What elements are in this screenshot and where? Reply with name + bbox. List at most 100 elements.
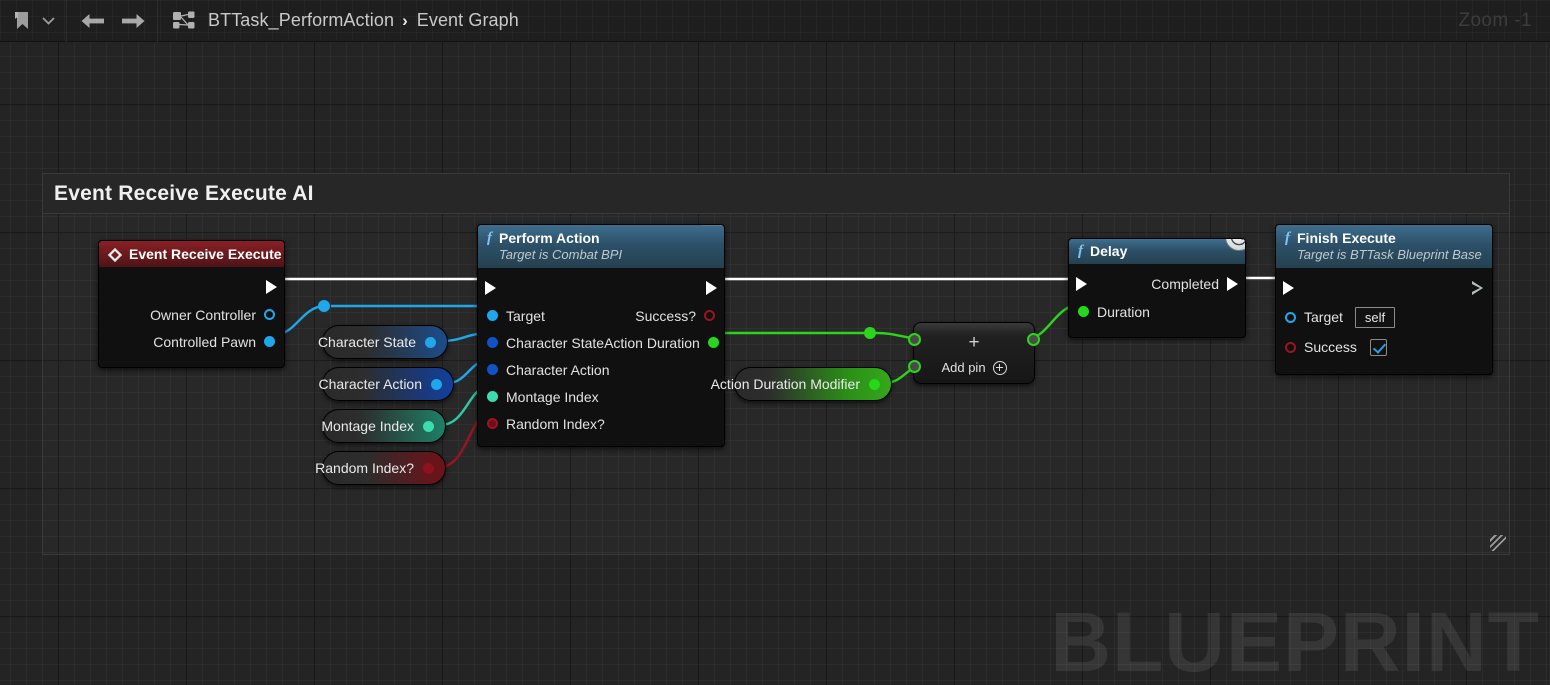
- pin-row-owner-controller: Owner Controller: [99, 301, 284, 328]
- enum-pin-icon[interactable]: [487, 337, 498, 348]
- bookmark-icon: [14, 11, 31, 30]
- pin-target[interactable]: Target self: [1276, 306, 1396, 328]
- node-title: Delay: [1090, 243, 1128, 259]
- bool-pin-icon[interactable]: [1285, 341, 1296, 353]
- pin-success[interactable]: Success?: [635, 308, 724, 324]
- node-pins: Owner Controller Controlled Pawn: [99, 267, 284, 367]
- variable-get-random-index[interactable]: Random Index?: [315, 451, 446, 485]
- node-header[interactable]: f Finish Execute Target is BTTask Bluepr…: [1276, 225, 1492, 268]
- node-header[interactable]: f Delay: [1069, 239, 1245, 264]
- arrow-left-icon: [80, 12, 106, 30]
- breadcrumb-asset[interactable]: BTTask_PerformAction: [208, 10, 394, 31]
- exec-pin-icon[interactable]: [485, 281, 496, 295]
- pin-montage-index[interactable]: Montage Index: [478, 389, 599, 405]
- target-value-field[interactable]: self: [1354, 306, 1396, 328]
- object-pin-icon[interactable]: [264, 309, 275, 320]
- editor-toolbar: BTTask_PerformAction › Event Graph Zoom …: [0, 0, 1550, 42]
- event-node-icon: [107, 247, 123, 263]
- blueprint-graph-canvas[interactable]: BLUEPRINT Event Receive Execute AI: [0, 42, 1550, 685]
- node-add-float[interactable]: + Add pin: [908, 322, 1040, 384]
- clock-icon: [1225, 239, 1245, 251]
- bookmark-dropdown-button[interactable]: [36, 0, 60, 42]
- node-body: f Finish Execute Target is BTTask Bluepr…: [1275, 224, 1493, 375]
- node-header[interactable]: f Perform Action Target is Combat BPI: [478, 225, 724, 268]
- bool-pin-icon[interactable]: [487, 418, 498, 429]
- variable-get-montage-index[interactable]: Montage Index: [321, 409, 446, 443]
- pin-exec-out[interactable]: [1472, 281, 1492, 295]
- pin-row-exec: [478, 274, 724, 302]
- graph-type-button[interactable]: [166, 0, 202, 42]
- variable-get-character-state[interactable]: Character State: [318, 325, 448, 359]
- breadcrumb-graph[interactable]: Event Graph: [417, 10, 519, 31]
- bool-pin-icon[interactable]: [704, 310, 715, 321]
- exec-pin-icon[interactable]: [1076, 277, 1087, 291]
- node-event-receive-execute-ai[interactable]: Event Receive Execute AI Owner Controlle…: [98, 240, 285, 368]
- exec-pin-icon[interactable]: [1283, 281, 1294, 295]
- pin-character-state[interactable]: Character State: [478, 335, 604, 351]
- pin-duration[interactable]: Duration: [1069, 304, 1150, 320]
- float-pin-icon[interactable]: [1078, 306, 1089, 317]
- pin-label: Owner Controller: [150, 306, 256, 323]
- bookmark-control[interactable]: [0, 0, 60, 41]
- pin-success[interactable]: Success: [1276, 338, 1387, 356]
- variable-get-action-duration-modifier[interactable]: Action Duration Modifier: [711, 367, 892, 401]
- node-perform-action[interactable]: f Perform Action Target is Combat BPI Ta…: [477, 224, 725, 447]
- pin-controlled-pawn[interactable]: Controlled Pawn: [153, 334, 284, 350]
- variable-label: Random Index?: [315, 460, 414, 476]
- pin-row-charstate-duration: Character State Action Duration: [478, 329, 724, 356]
- pin-owner-controller[interactable]: Owner Controller: [150, 307, 284, 323]
- plus-circle-icon[interactable]: [992, 360, 1007, 375]
- node-header[interactable]: Event Receive Execute AI: [99, 241, 284, 267]
- node-title: Perform Action: [499, 230, 600, 246]
- add-pin-label: Add pin: [941, 360, 986, 375]
- int-pin-icon[interactable]: [487, 391, 498, 402]
- node-finish-execute[interactable]: f Finish Execute Target is BTTask Bluepr…: [1275, 224, 1493, 375]
- enum-pin-icon[interactable]: [487, 364, 498, 375]
- add-pin-control[interactable]: Add pin: [914, 360, 1034, 375]
- forward-button[interactable]: [113, 0, 153, 42]
- int-pin-icon[interactable]: [423, 420, 434, 432]
- exec-pin-icon[interactable]: [1472, 281, 1483, 295]
- exec-pin-icon[interactable]: [266, 280, 277, 294]
- pin-target[interactable]: Target: [478, 308, 545, 324]
- enum-pin-icon[interactable]: [425, 336, 436, 348]
- float-pin-icon[interactable]: [869, 378, 880, 390]
- function-node-icon: f: [487, 230, 492, 246]
- pin-random-index[interactable]: Random Index?: [478, 416, 605, 432]
- pin-label: Action Duration: [604, 334, 700, 351]
- variable-label: Character Action: [318, 376, 423, 392]
- zoom-level-label: Zoom -1: [1458, 9, 1532, 31]
- pin-label: Target: [1304, 309, 1343, 325]
- pin-exec-out[interactable]: [706, 281, 724, 295]
- success-checkbox[interactable]: [1369, 338, 1387, 356]
- exec-pin-icon[interactable]: [1227, 277, 1238, 291]
- exec-pin-icon[interactable]: [706, 281, 717, 295]
- object-pin-icon[interactable]: [264, 336, 275, 347]
- pin-exec-in[interactable]: [1069, 277, 1087, 291]
- object-pin-icon[interactable]: [1285, 311, 1296, 323]
- node-delay[interactable]: f Delay Completed Duration: [1068, 238, 1246, 338]
- enum-pin-icon[interactable]: [431, 378, 442, 390]
- bookmark-button[interactable]: [8, 0, 36, 42]
- comment-box-titlebar[interactable]: Event Receive Execute AI: [43, 174, 1509, 214]
- node-title: Finish Execute: [1297, 230, 1396, 246]
- pin-exec-out-completed[interactable]: Completed: [1151, 276, 1245, 292]
- pin-row-exec-out: [99, 273, 284, 301]
- pin-exec-in[interactable]: [1276, 281, 1294, 295]
- pin-character-action[interactable]: Character Action: [478, 362, 610, 378]
- bool-pin-icon[interactable]: [423, 462, 434, 474]
- pin-exec-in[interactable]: [478, 281, 496, 295]
- pin-row-target: Target self: [1276, 302, 1492, 332]
- pin-row-controlled-pawn: Controlled Pawn: [99, 328, 284, 355]
- variable-get-character-action[interactable]: Character Action: [318, 367, 454, 401]
- pin-action-duration[interactable]: Action Duration: [604, 334, 724, 351]
- arrow-right-icon: [120, 12, 146, 30]
- variable-label: Montage Index: [321, 418, 414, 434]
- object-pin-icon[interactable]: [487, 310, 498, 321]
- comment-resize-handle[interactable]: [1490, 535, 1506, 551]
- pin-exec-out[interactable]: [266, 280, 284, 294]
- node-subtitle: Target is Combat BPI: [499, 247, 623, 262]
- back-button[interactable]: [73, 0, 113, 42]
- float-pin-icon[interactable]: [707, 337, 719, 348]
- pin-label: Montage Index: [506, 388, 599, 405]
